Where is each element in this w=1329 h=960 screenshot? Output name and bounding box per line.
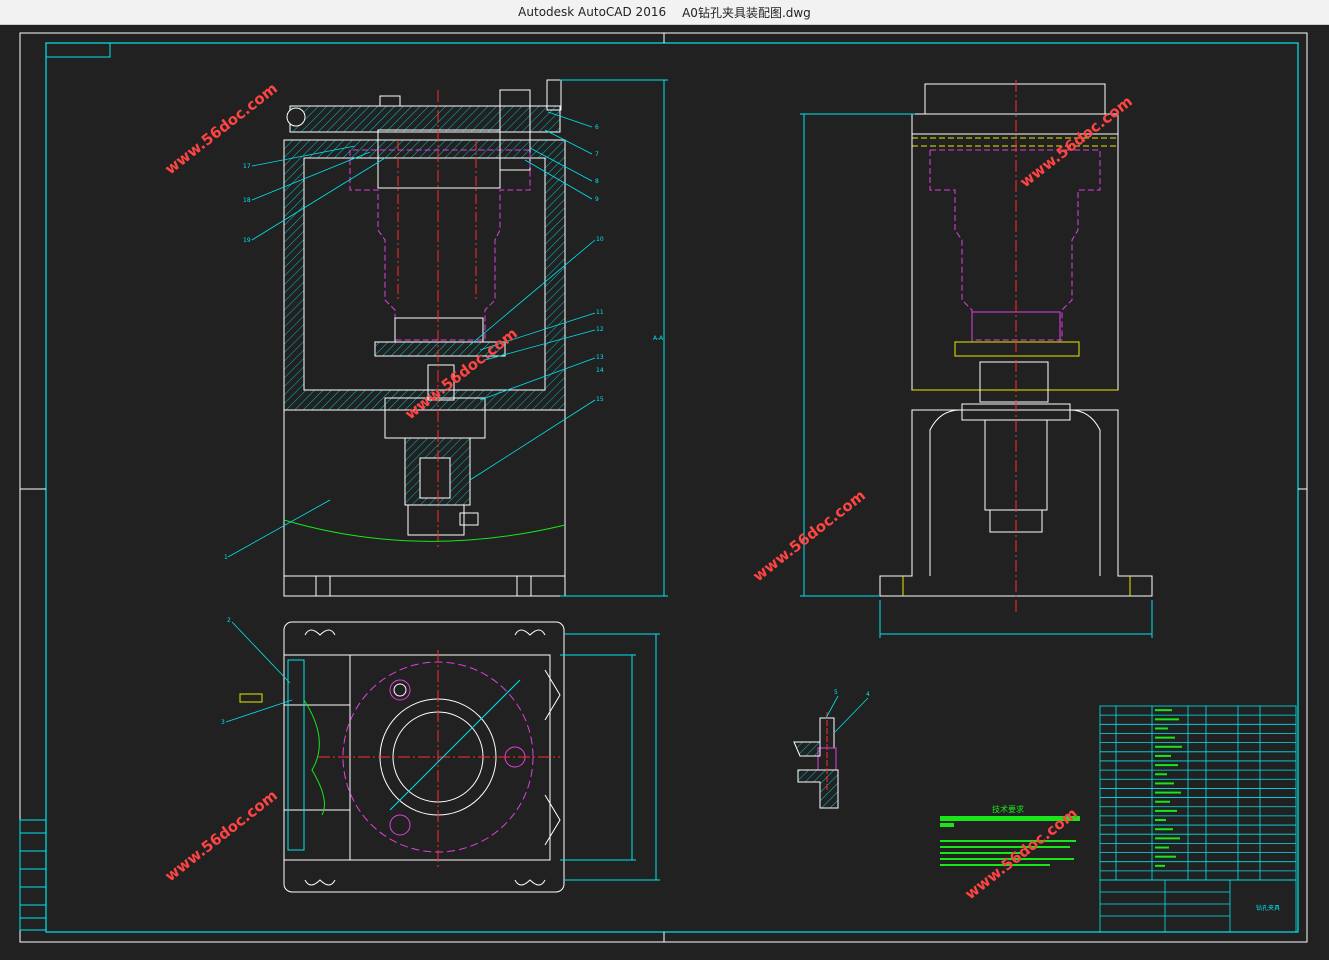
- parts-list-cell: [1155, 718, 1179, 721]
- parts-list-cell: [1155, 819, 1166, 822]
- tech-req-title: 技术要求: [992, 804, 1024, 814]
- balloon-10: 10: [596, 236, 604, 243]
- balloon-14: 14: [596, 367, 604, 374]
- drawing-canvas[interactable]: A-A 6 7 8 9 17 18 19 10 11 12 13 14 15 1…: [0, 24, 1329, 960]
- parts-list-cell: [1155, 764, 1178, 767]
- balloons-detail: 5 4: [834, 689, 870, 698]
- parts-list-cell: [1155, 709, 1172, 712]
- watermarks: www.56doc.com www.56doc.com www.56doc.co…: [161, 79, 1136, 903]
- balloon-19: 19: [243, 237, 251, 244]
- balloon-12: 12: [596, 326, 604, 333]
- watermark: www.56doc.com: [161, 786, 281, 885]
- parts-list-cell: [1155, 809, 1177, 812]
- window-title-bar: Autodesk AutoCAD 2016 A0钻孔夹具装配图.dwg: [0, 0, 1329, 25]
- revision-strip: [19, 819, 47, 931]
- balloon-1: 1: [224, 554, 228, 561]
- balloon-7: 7: [595, 151, 599, 158]
- parts-list-cell: [1155, 791, 1181, 794]
- balloon-17: 17: [243, 163, 251, 170]
- parts-list-cell: [1155, 782, 1174, 785]
- file-name: A0钻孔夹具装配图.dwg: [682, 5, 811, 20]
- watermark: www.56doc.com: [161, 79, 281, 178]
- balloon-4: 4: [866, 691, 870, 698]
- front-section-view[interactable]: A-A 6 7 8 9 17 18 19 10 11 12 13 14 15 1: [224, 79, 668, 597]
- title-block[interactable]: 钻孔夹具: [1099, 705, 1297, 933]
- parts-list-cell: [1155, 754, 1171, 757]
- drawing-name: 钻孔夹具: [1256, 904, 1280, 912]
- parts-list-cell: [1155, 736, 1175, 739]
- parts-list-cell: [1155, 745, 1182, 748]
- app-name: Autodesk AutoCAD 2016: [518, 5, 667, 19]
- parts-list-cell: [1155, 846, 1169, 849]
- balloon-15: 15: [596, 396, 604, 403]
- balloon-13: 13: [596, 354, 604, 361]
- side-view[interactable]: [800, 80, 1153, 638]
- balloon-2: 2: [227, 617, 231, 624]
- parts-list-cell: [1155, 837, 1180, 840]
- balloon-9: 9: [595, 196, 599, 203]
- balloon-3: 3: [221, 719, 225, 726]
- parts-list-cell: [1155, 727, 1168, 730]
- parts-list-cell: [1155, 864, 1165, 867]
- detail-view[interactable]: 5 4: [793, 689, 870, 809]
- balloons-plan: 2 3: [221, 617, 231, 726]
- parts-list-cell: [1155, 800, 1170, 803]
- balloon-5: 5: [834, 689, 838, 696]
- section-label: A-A: [653, 335, 664, 342]
- watermark: www.56doc.com: [749, 486, 869, 585]
- plan-view[interactable]: 2 3: [221, 617, 660, 893]
- balloon-18: 18: [243, 197, 251, 204]
- balloon-8: 8: [595, 178, 599, 185]
- balloon-11: 11: [596, 309, 604, 316]
- balloon-6: 6: [595, 124, 599, 131]
- parts-list-cell: [1155, 773, 1167, 776]
- parts-list-cell: [1155, 855, 1176, 858]
- parts-list-cell: [1155, 828, 1173, 831]
